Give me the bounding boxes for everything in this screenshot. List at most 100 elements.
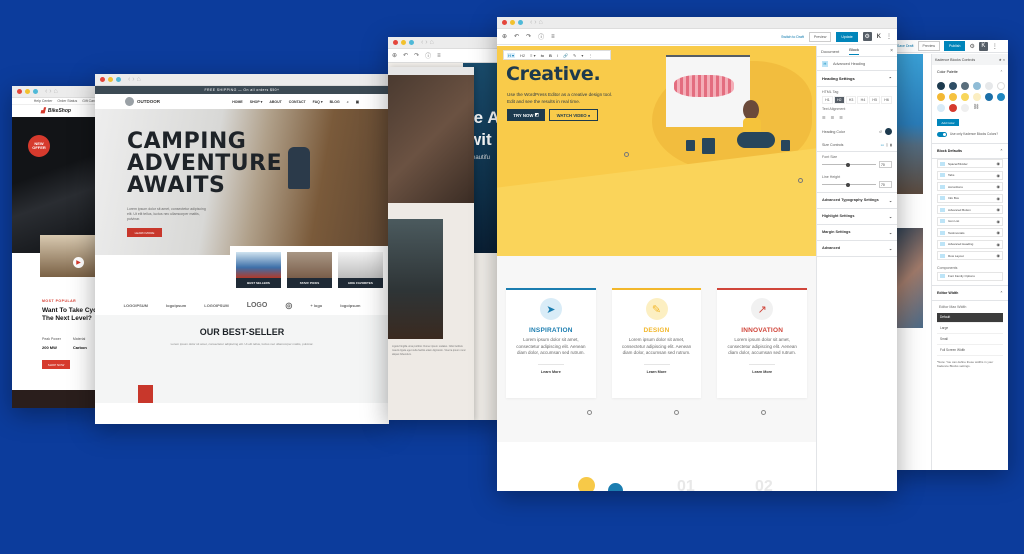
inserter-icon[interactable]	[587, 410, 592, 415]
kadence-icon[interactable]: K	[877, 34, 881, 40]
tag-h6[interactable]: H6	[881, 96, 892, 104]
feature-card-design[interactable]: ✎ DESIGN Lorem ipsum dolor sit amet, con…	[611, 288, 702, 398]
advanced-panel[interactable]: Advanced ⌄	[817, 240, 897, 257]
update-button[interactable]: Update	[836, 31, 858, 42]
menu-item[interactable]: BLOG	[330, 100, 340, 104]
highlight-settings-panel[interactable]: Highlight Settings ⌄	[817, 208, 897, 224]
nav-arrows-icon[interactable]: ‹ › ⌂	[45, 88, 58, 95]
mobile-icon[interactable]: ▮	[890, 143, 892, 147]
maximize-dot[interactable]	[33, 89, 38, 94]
creative-heading[interactable]: Creative.	[506, 63, 601, 85]
info-icon[interactable]: ⓘ	[538, 32, 544, 41]
palette-swatch[interactable]	[961, 104, 969, 112]
palette-swatch[interactable]	[937, 82, 945, 90]
play-icon[interactable]: ▶	[73, 257, 84, 268]
block-default-item[interactable]: Accordions ◉	[937, 182, 1003, 191]
add-color-button[interactable]: Add Color	[937, 119, 959, 126]
tag-h4[interactable]: H4	[857, 96, 869, 104]
minimize-dot[interactable]	[510, 20, 515, 25]
palette-swatch[interactable]	[937, 93, 945, 101]
site-logo[interactable]: OUTDOOR	[125, 97, 160, 106]
maximize-dot[interactable]	[518, 20, 523, 25]
palette-swatch[interactable]	[985, 82, 993, 90]
heading-settings-panel[interactable]: Heading Settings ⌃	[817, 71, 897, 87]
palette-swatch[interactable]	[961, 82, 969, 90]
block-default-item[interactable]: Advanced Button ◉	[937, 205, 1003, 214]
bold-button[interactable]: B	[549, 53, 552, 58]
learn-more-link[interactable]: Learn More	[612, 370, 702, 374]
outline-icon[interactable]: ≡	[551, 34, 555, 40]
nav-arrows-icon[interactable]: ‹ › ⌂	[421, 39, 434, 46]
reset-icon[interactable]: ↺	[879, 130, 882, 134]
settings-gear-icon[interactable]: ⚙	[969, 43, 974, 50]
shop-now-button[interactable]: SHOP NOW	[42, 360, 70, 369]
link-icon[interactable]: 🔗	[563, 53, 568, 58]
block-default-item[interactable]: Tabs ◉	[937, 170, 1003, 180]
block-options-icon[interactable]: ⋮	[588, 53, 592, 58]
category-card[interactable]: HIKE FAVORITES	[338, 252, 383, 288]
palette-swatch[interactable]	[985, 93, 993, 101]
palette-swatch[interactable]	[949, 93, 957, 101]
palette-swatch[interactable]	[997, 82, 1005, 90]
more-options-icon[interactable]: ⋮	[886, 33, 892, 40]
minimize-dot[interactable]	[25, 89, 30, 94]
video-thumbnail[interactable]: ▶	[40, 235, 100, 277]
publish-button[interactable]: Publish	[944, 41, 966, 51]
block-defaults-panel[interactable]: Block Defaults ⌃	[932, 143, 1008, 159]
minimize-dot[interactable]	[401, 40, 406, 45]
undo-icon[interactable]: ↶	[403, 52, 408, 59]
try-now-button[interactable]: TRY NOW ◩	[507, 109, 545, 121]
heading-color-swatch[interactable]	[885, 128, 892, 135]
palette-swatch[interactable]	[961, 93, 969, 101]
undo-icon[interactable]: ↶	[514, 33, 519, 40]
visibility-eye-icon[interactable]: ◉	[997, 161, 1001, 166]
width-option-fullscreen[interactable]: Full Screen Width	[937, 346, 1003, 356]
inserter-icon[interactable]	[624, 152, 629, 157]
visibility-eye-icon[interactable]: ◉	[997, 253, 1001, 258]
editor-width-panel[interactable]: Editor Width ⌃	[932, 284, 1008, 301]
font-size-input[interactable]: 70	[879, 161, 892, 168]
color-palette-panel[interactable]: Color Palette ⌃	[932, 65, 1008, 79]
menu-item[interactable]: ABOUT	[269, 100, 281, 104]
inserter-icon[interactable]	[798, 178, 803, 183]
redo-icon[interactable]: ↷	[526, 33, 531, 40]
star-icon[interactable]: ★	[999, 58, 1002, 62]
menu-item[interactable]: SHOP ▾	[250, 100, 263, 104]
tag-h3[interactable]: H3	[845, 96, 857, 104]
palette-swatch[interactable]	[937, 104, 945, 112]
line-height-input[interactable]: 70	[879, 181, 892, 188]
close-dot[interactable]	[100, 77, 105, 82]
maximize-dot[interactable]	[409, 40, 414, 45]
line-height-slider[interactable]	[822, 182, 876, 187]
visibility-eye-icon[interactable]: ◉	[997, 196, 1001, 201]
info-icon[interactable]: ⓘ	[425, 51, 431, 60]
block-default-item[interactable]: Testimonials ◉	[937, 228, 1003, 237]
inserter-icon[interactable]	[761, 410, 766, 415]
width-option-small[interactable]: Small	[937, 335, 1003, 345]
category-card[interactable]: STAFF PICKS	[287, 252, 332, 288]
brand-logo[interactable]: ▟ BikeShop	[12, 105, 100, 117]
align-left-icon[interactable]: ☰	[822, 115, 826, 120]
width-option-large[interactable]: Large	[937, 324, 1003, 334]
watch-video-button[interactable]: WATCH VIDEO ●	[549, 109, 598, 121]
more-formats-button[interactable]: ▾	[581, 53, 583, 58]
visibility-eye-icon[interactable]: ◉	[997, 207, 1001, 212]
inserter-icon[interactable]	[674, 410, 679, 415]
tag-h2[interactable]: H2	[833, 96, 845, 104]
kadence-colors-toggle[interactable]	[937, 132, 947, 137]
feature-card-innovation[interactable]: ↗ INNOVATION Lorem ipsum dolor sit amet,…	[717, 288, 808, 398]
search-icon[interactable]: ⌕	[347, 100, 349, 104]
menu-item[interactable]: FAQ ▾	[313, 100, 323, 104]
font-size-slider[interactable]	[822, 162, 876, 167]
save-draft-link[interactable]: Save Draft	[897, 44, 914, 48]
hero-paragraph[interactable]: Use the WordPress Editor as a creative d…	[507, 91, 612, 105]
menu-item[interactable]: CONTACT	[289, 100, 306, 104]
kadence-icon[interactable]: K	[978, 41, 988, 51]
palette-swatch[interactable]	[997, 93, 1005, 101]
tab-document[interactable]: Document	[821, 49, 839, 54]
align-button[interactable]: ≡ ▾	[530, 53, 535, 58]
block-default-item[interactable]: Row Layout ◉	[937, 251, 1003, 260]
align-right-icon[interactable]: ☰	[839, 115, 843, 120]
learn-more-link[interactable]: Learn More	[506, 370, 596, 374]
minimize-dot[interactable]	[108, 77, 113, 82]
